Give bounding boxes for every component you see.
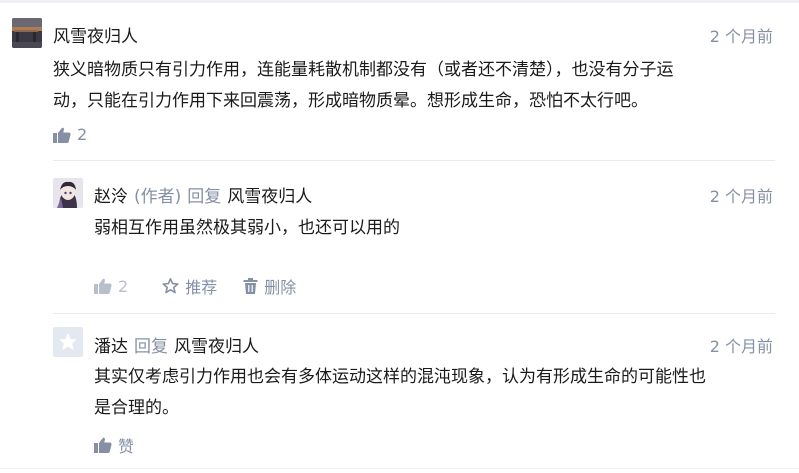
comment-actions: 赞 — [94, 433, 134, 457]
trash-icon — [243, 278, 258, 294]
comment-text: 其实仅考虑引力作用也会有多体运动这样的混沌现象，认为有形成生命的可能性也 是合理… — [94, 362, 706, 424]
thumbs-up-icon — [53, 127, 71, 143]
timestamp: 2 个月前 — [709, 337, 773, 356]
reply-word: 回复 — [134, 337, 168, 357]
like-count: 2 — [77, 125, 88, 144]
like-button[interactable]: 赞 — [94, 433, 134, 457]
top-border — [0, 0, 799, 3]
divider — [0, 468, 799, 469]
author-role-badge: (作者) — [134, 187, 182, 207]
divider — [53, 160, 775, 161]
author-zhaoling[interactable]: 赵泠 — [94, 187, 128, 207]
author-fengxue[interactable]: 风雪夜归人 — [53, 27, 138, 47]
reply-word: 回复 — [187, 187, 222, 207]
like-label: 赞 — [118, 437, 135, 456]
comment-text-line: 狭义暗物质只有引力作用，连能量耗散机制都没有（或者还不清楚），也没有分子运 — [53, 60, 674, 80]
thumbs-up-icon — [94, 278, 112, 294]
comment-text: 弱相互作用虽然极其弱小，也还可以用的 — [94, 218, 400, 238]
comment-text: 狭义暗物质只有引力作用，连能量耗散机制都没有（或者还不清楚），也没有分子运 动，… — [53, 55, 674, 117]
reply-to-name[interactable]: 风雪夜归人 — [227, 187, 312, 207]
comment-actions: 2 — [53, 125, 87, 144]
avatar-fengxue[interactable] — [12, 18, 42, 48]
star-icon — [162, 278, 179, 294]
author-panda[interactable]: 潘达 — [94, 337, 128, 357]
comment-actions: 2 推荐 删除 — [94, 274, 296, 298]
avatar-panda[interactable] — [53, 327, 83, 357]
like-count: 2 — [118, 276, 129, 296]
delete-button[interactable]: 删除 — [243, 274, 296, 298]
comment-text-line: 动，只能在引力作用下来回震荡，形成暗物质晕。想形成生命，恐怕不太行吧。 — [53, 91, 648, 111]
like-button[interactable]: 2 — [53, 125, 87, 144]
comment-text-line: 其实仅考虑引力作用也会有多体运动这样的混沌现象，认为有形成生命的可能性也 — [94, 367, 706, 387]
reply-to-name[interactable]: 风雪夜归人 — [174, 337, 259, 357]
author-line: 赵泠 (作者) 回复 风雪夜归人 — [94, 182, 312, 207]
delete-label: 删除 — [264, 278, 297, 297]
divider — [53, 313, 775, 314]
recommend-label: 推荐 — [185, 278, 218, 297]
thumbs-up-icon — [94, 437, 112, 453]
author-name[interactable]: 风雪夜归人 — [53, 22, 138, 47]
timestamp: 2 个月前 — [709, 187, 773, 206]
timestamp: 2 个月前 — [709, 27, 773, 46]
comment-text-line: 是合理的。 — [94, 398, 179, 418]
recommend-button[interactable]: 推荐 — [162, 274, 217, 298]
author-line: 潘达 回复 风雪夜归人 — [94, 332, 259, 357]
like-button[interactable]: 2 — [94, 277, 128, 296]
avatar-zhaoling[interactable] — [53, 178, 83, 208]
